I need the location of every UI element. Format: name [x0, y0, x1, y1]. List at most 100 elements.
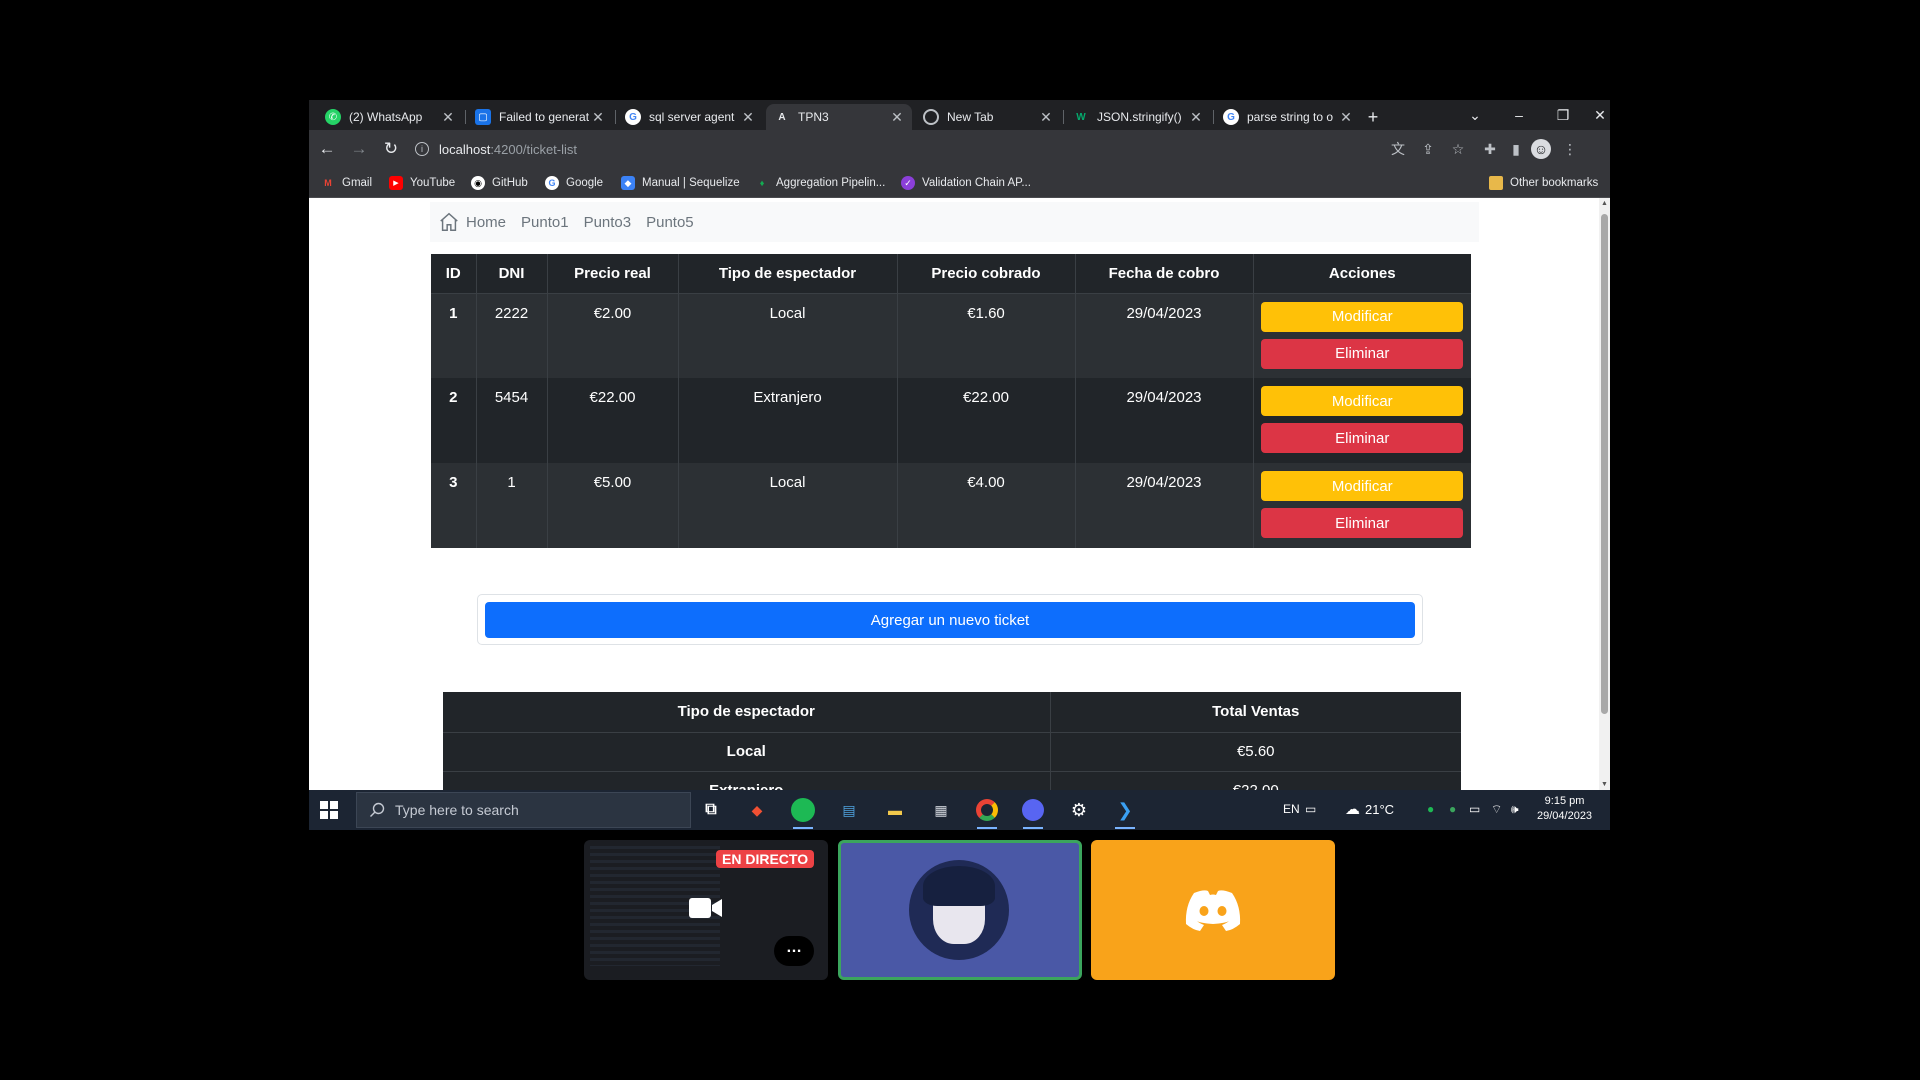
nav-link-home[interactable]: Home	[466, 214, 506, 231]
reload-button[interactable]: ↻	[379, 138, 403, 160]
bookmark-mongodb[interactable]: ♦ Aggregation Pipelin...	[755, 175, 886, 191]
wifi-icon[interactable]: ⌔	[1491, 802, 1502, 817]
tab-sql-server[interactable]: G sql server agent ✕	[617, 104, 763, 130]
cell-precio-cobrado: €1.60	[897, 293, 1076, 378]
nav-link-punto5[interactable]: Punto5	[646, 214, 694, 231]
task-view-icon[interactable]: ⧉	[697, 796, 725, 824]
clock-date: 29/04/2023	[1537, 810, 1593, 822]
nav-link-punto3[interactable]: Punto3	[584, 214, 632, 231]
taskbar-clock[interactable]: 9:15 pm 29/04/2023	[1537, 794, 1592, 824]
bookmark-star-icon[interactable]: ☆	[1447, 138, 1469, 160]
spotify-tray-icon[interactable]: ●	[1427, 802, 1434, 816]
home-icon[interactable]	[438, 211, 460, 233]
modify-button[interactable]: Modificar	[1261, 301, 1464, 332]
page-scrollbar[interactable]: ▲ ▼	[1599, 198, 1610, 790]
column-header: Total Ventas	[1050, 692, 1461, 733]
sales-totals-table: Tipo de espectador Total Ventas Local €5…	[443, 692, 1461, 790]
add-ticket-button[interactable]: Agregar un nuevo ticket	[485, 602, 1415, 638]
keyboard-icon[interactable]: ▭	[1305, 802, 1316, 816]
file-explorer-icon[interactable]: ▬	[881, 796, 909, 824]
volume-icon[interactable]: 🕪	[1511, 802, 1519, 817]
back-button[interactable]: ←	[315, 138, 339, 160]
close-icon[interactable]: ✕	[1039, 109, 1053, 126]
video-camera-icon	[689, 898, 722, 918]
taskbar-search-box[interactable]: Type here to search	[356, 792, 691, 828]
storage-app-icon[interactable]: ▦	[927, 796, 955, 824]
close-icon[interactable]: ✕	[890, 109, 904, 126]
minimize-button[interactable]: –	[1499, 104, 1539, 126]
new-tab-button[interactable]: +	[1362, 106, 1384, 128]
bookmark-github[interactable]: ◉ GitHub	[471, 175, 528, 191]
more-options-icon[interactable]: …	[774, 936, 814, 966]
settings-gear-icon[interactable]: ⚙	[1065, 796, 1093, 824]
cell-tipo: Extranjero	[678, 378, 898, 463]
delete-button[interactable]: Eliminar	[1261, 423, 1464, 453]
bookmark-youtube[interactable]: ▶ YouTube	[389, 175, 455, 191]
tab-title: parse string to o	[1247, 110, 1334, 124]
url-path: :4200/ticket-list	[490, 141, 578, 157]
close-icon[interactable]: ✕	[741, 109, 755, 126]
modify-button[interactable]: Modificar	[1261, 386, 1464, 416]
restore-button[interactable]: ❐	[1543, 104, 1583, 126]
close-icon[interactable]: ✕	[441, 109, 455, 126]
bookmark-google[interactable]: G Google	[545, 175, 603, 191]
scroll-up-icon[interactable]: ▲	[1599, 200, 1610, 207]
bookmark-label: GitHub	[492, 177, 528, 189]
delete-button[interactable]: Eliminar	[1261, 508, 1464, 538]
discord-tile[interactable]	[1091, 840, 1335, 980]
cell-dni: 5454	[476, 378, 548, 463]
nav-link-punto1[interactable]: Punto1	[521, 214, 569, 231]
close-icon[interactable]: ✕	[591, 109, 605, 126]
tab-search-chevron-icon[interactable]: ⌄	[1455, 104, 1495, 126]
table-row: 2 5454 €22.00 Extranjero €22.00 29/04/20…	[431, 378, 1471, 463]
weather-cloud-icon[interactable]: ☁	[1345, 800, 1360, 818]
tray-status-icon[interactable]: ●	[1449, 802, 1456, 816]
table-header-row: Tipo de espectador Total Ventas	[443, 692, 1461, 733]
tab-new-tab[interactable]: New Tab ✕	[915, 104, 1061, 130]
tab-title: sql server agent	[649, 110, 735, 124]
close-icon[interactable]: ✕	[1339, 109, 1353, 126]
screen-share-tile[interactable]: EN DIRECTO …	[584, 840, 828, 980]
temperature[interactable]: 21°C	[1365, 802, 1394, 817]
other-bookmarks[interactable]: Other bookmarks	[1489, 175, 1598, 191]
column-header: DNI	[476, 254, 548, 294]
bookmark-sequelize[interactable]: ◆ Manual | Sequelize	[621, 175, 740, 191]
profile-avatar[interactable]: ☺	[1531, 139, 1551, 159]
side-panel-icon[interactable]: ▮	[1505, 138, 1527, 160]
discord-chrome-icon[interactable]	[1019, 796, 1047, 829]
bookmark-gmail[interactable]: M Gmail	[321, 175, 372, 191]
cell-precio-real: €2.00	[547, 293, 679, 378]
menu-kebab-icon[interactable]: ⋮	[1559, 138, 1581, 160]
network-app-icon[interactable]: ▤	[835, 796, 863, 824]
scrollbar-thumb[interactable]	[1601, 214, 1608, 714]
close-window-button[interactable]: ✕	[1587, 104, 1610, 126]
close-icon[interactable]: ✕	[1189, 109, 1203, 126]
tab-tpn3[interactable]: A TPN3 ✕	[766, 104, 912, 130]
windows-start-icon[interactable]	[319, 800, 339, 820]
tab-failed[interactable]: ▢ Failed to generat ✕	[467, 104, 613, 130]
language-indicator[interactable]: EN	[1283, 802, 1300, 816]
forward-button[interactable]: →	[347, 138, 371, 160]
tab-whatsapp[interactable]: ✆ (2) WhatsApp ✕	[317, 104, 463, 130]
vscode-icon[interactable]: ❯	[1111, 796, 1139, 829]
share-icon[interactable]: ⇪	[1417, 138, 1439, 160]
browser-window: ✆ (2) WhatsApp ✕ ▢ Failed to generat ✕ G…	[309, 100, 1610, 830]
translate-icon[interactable]: 文	[1387, 138, 1409, 160]
bookmark-label: Google	[566, 177, 604, 189]
tab-json-stringify[interactable]: W JSON.stringify() ✕	[1065, 104, 1211, 130]
scroll-down-icon[interactable]: ▼	[1599, 781, 1610, 788]
spotify-icon[interactable]	[789, 796, 817, 829]
delete-button[interactable]: Eliminar	[1261, 338, 1464, 369]
cell-tipo: Local	[678, 293, 898, 378]
tab-parse-string[interactable]: G parse string to o ✕	[1215, 104, 1361, 130]
extensions-icon[interactable]: ✚	[1479, 138, 1501, 160]
bookmark-label: Manual | Sequelize	[642, 177, 740, 189]
battery-icon[interactable]: ▭	[1469, 802, 1480, 816]
git-icon[interactable]: ◆	[743, 796, 771, 824]
modify-button[interactable]: Modificar	[1261, 471, 1464, 501]
windows-taskbar: Type here to search ⧉ ◆ ▤ ▬ ▦ ⚙ ❯ EN ▭ ☁…	[309, 790, 1610, 830]
chrome-icon[interactable]	[973, 796, 1001, 829]
bookmark-validation-chain[interactable]: ✓ Validation Chain AP...	[901, 175, 1031, 191]
user-avatar-tile[interactable]	[838, 840, 1082, 980]
site-info-icon[interactable]: i	[415, 142, 429, 156]
